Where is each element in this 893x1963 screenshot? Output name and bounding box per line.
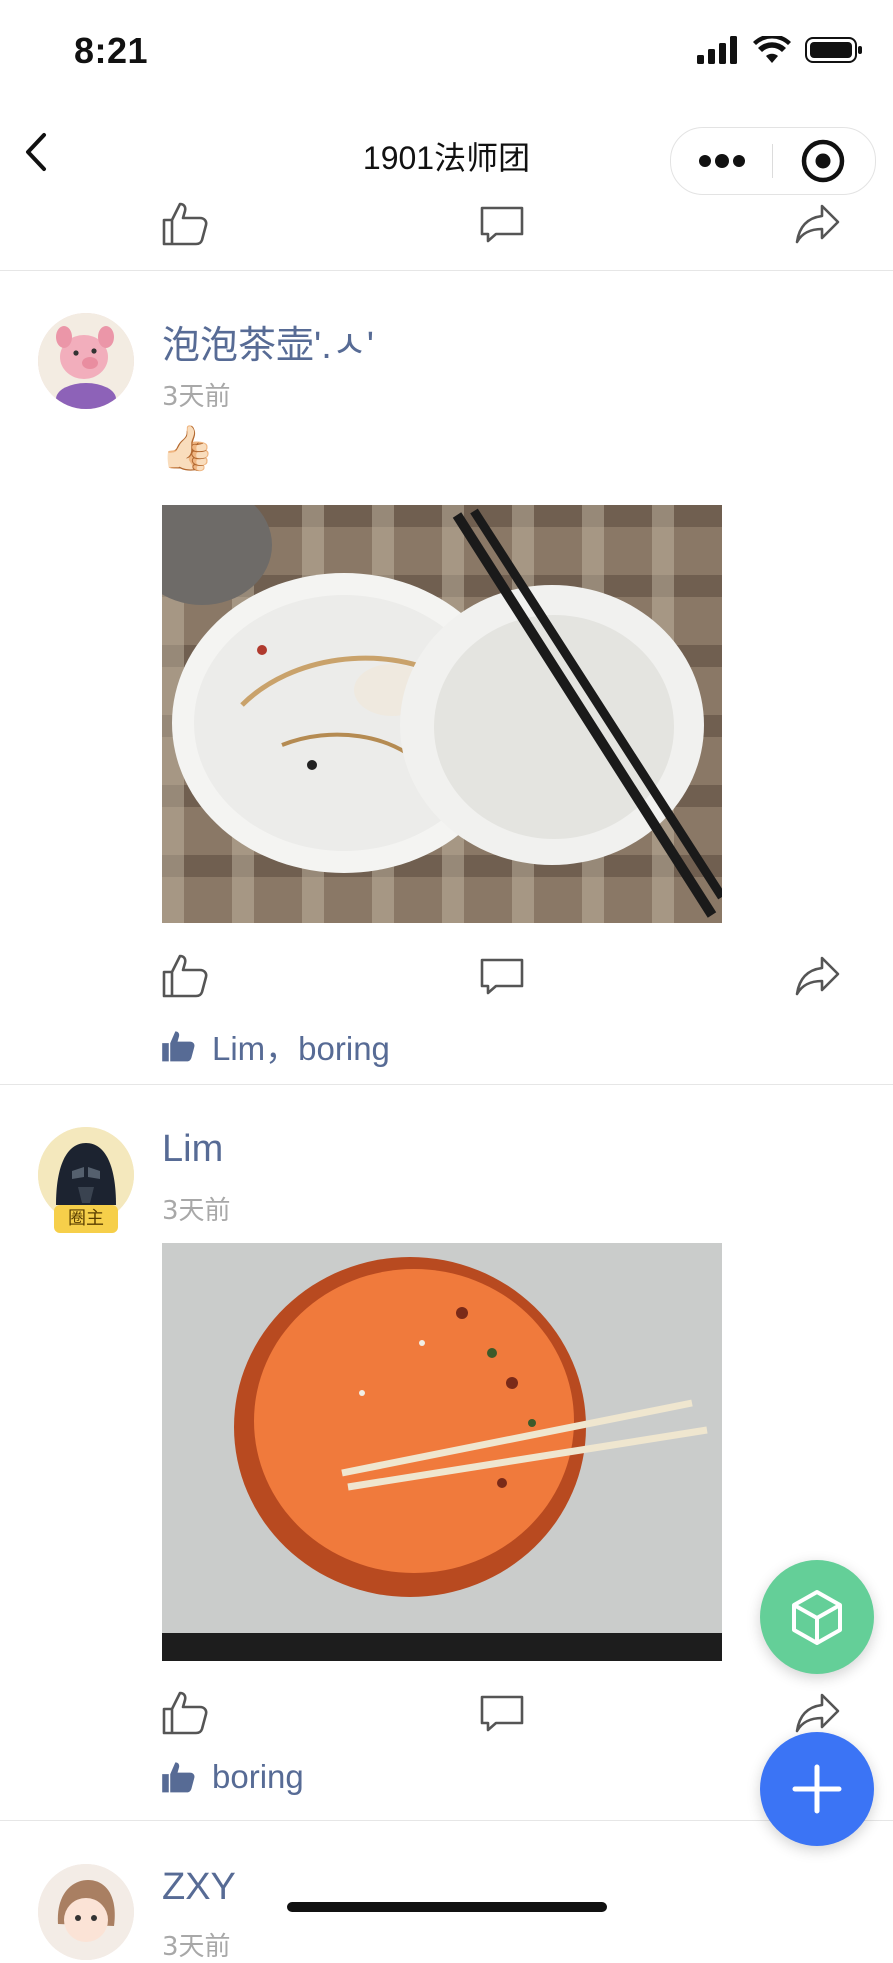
divider [0,270,893,271]
nav-bar: 1901法师团 [0,105,893,200]
add-post-button[interactable] [760,1732,874,1846]
home-indicator [287,1902,607,1912]
status-icons [697,36,863,64]
piglet-avatar-icon [38,313,134,409]
target-close-icon [801,139,845,183]
orange-plate-photo-icon [162,1243,722,1661]
plates-photo-icon [162,505,722,923]
anime-girl-avatar-icon [38,1864,134,1960]
divider [0,1084,893,1085]
thumbs-up-filled-icon [162,1762,195,1793]
share-arrow-icon [795,204,840,244]
like-button[interactable] [160,1687,212,1739]
signal-icon [697,36,737,64]
comment-icon [480,206,524,243]
likes-names[interactable]: Lim，boring [212,1022,390,1070]
status-bar: 8:21 [0,0,893,105]
battery-icon [805,37,862,63]
capsule-menu [670,127,876,195]
action-row [0,950,893,1010]
thumbs-up-outline-icon [162,1691,208,1735]
comment-button[interactable] [476,950,528,1002]
like-button[interactable] [160,198,212,250]
username[interactable]: Lim [162,1128,223,1171]
post-time: 3天前 [162,1196,231,1226]
owner-badge: 圈主 [54,1205,118,1233]
post-time: 3天前 [162,382,231,412]
post-photo[interactable] [162,505,722,923]
thumbs-up-filled-icon [162,1031,195,1062]
post-text: 👍🏻 [160,423,215,474]
plus-icon [792,1764,842,1814]
likes-names[interactable]: boring [212,1758,304,1796]
thumbs-up-outline-icon [162,954,208,998]
more-button[interactable] [671,128,772,194]
username[interactable]: ZXY [162,1866,236,1909]
comment-icon [480,1695,524,1732]
username[interactable]: 泡泡茶壶'.ㅅ' [162,314,374,369]
action-row [0,198,893,258]
post-time: 3天前 [162,1932,231,1962]
likes-row: Lim，boring [160,1022,390,1070]
thumbs-up-outline-icon [162,202,208,246]
like-button[interactable] [160,950,212,1002]
comment-button[interactable] [476,1687,528,1739]
share-button[interactable] [792,950,844,1002]
cube-icon [792,1590,842,1645]
cube-fab-button[interactable] [760,1560,874,1674]
share-arrow-icon [795,956,840,996]
wifi-icon [753,36,791,63]
post-photo[interactable] [162,1243,722,1661]
status-time: 8:21 [74,30,149,71]
avatar[interactable] [38,1864,134,1960]
share-button[interactable] [792,198,844,250]
likes-row: boring [160,1758,304,1796]
comment-icon [480,958,524,995]
more-dots-icon [699,154,745,168]
comment-button[interactable] [476,198,528,250]
close-miniprogram-button[interactable] [773,128,874,194]
avatar[interactable] [38,313,134,409]
